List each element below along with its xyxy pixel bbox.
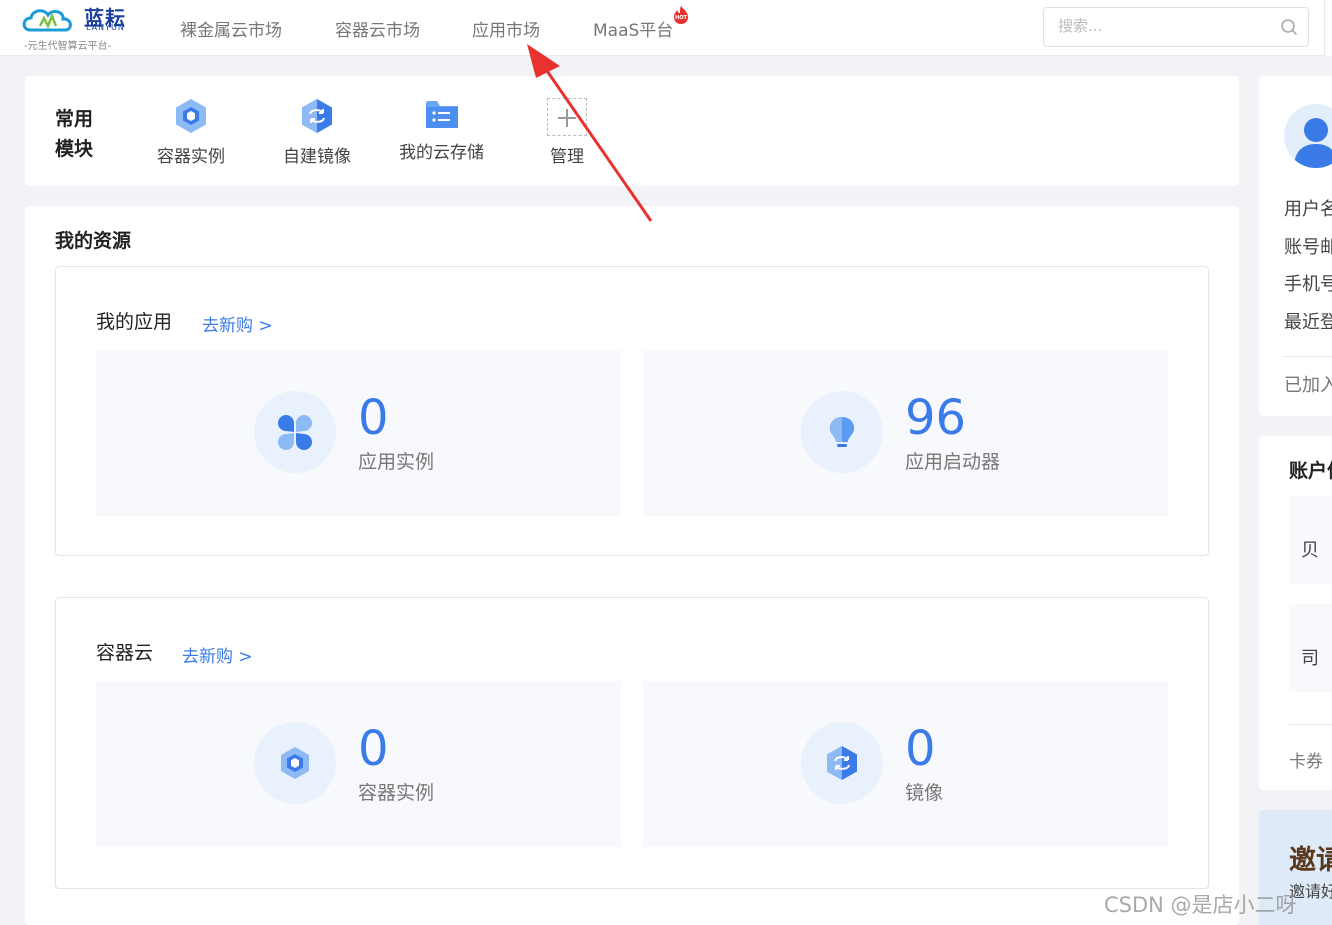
window-edge <box>1324 0 1332 56</box>
lightbulb-icon <box>829 417 855 447</box>
divider <box>1284 356 1332 357</box>
my-resources-card: 我的资源 我的应用 去新购 > 0 应用实例 96 应用启动器 容器云 去新购 … <box>25 206 1239 925</box>
cube-icon <box>176 99 206 133</box>
coupon-label: 卡券 <box>1289 752 1323 772</box>
user-info-card: 用户名 账号邮 手机号 最近登 已加入 <box>1259 76 1332 416</box>
hot-flame-icon: HOT <box>674 6 688 24</box>
search-icon[interactable] <box>1280 18 1298 36</box>
image-sync-icon <box>302 99 332 133</box>
account-box-text: 贝 <box>1301 540 1319 561</box>
search-input[interactable] <box>1058 17 1258 35</box>
my-apps-title: 我的应用 <box>96 311 173 333</box>
apps-buy-link[interactable]: 去新购 > <box>202 311 273 336</box>
nav-baremetal-market[interactable]: 裸金属云市场 <box>180 16 282 41</box>
user-last-login-label: 最近登 <box>1284 312 1332 333</box>
module-label: 自建镜像 <box>283 147 351 167</box>
account-title: 账户信 <box>1289 460 1332 482</box>
account-info-card: 账户信 贝 司 卡券 2 <box>1259 436 1332 790</box>
image-sync-icon <box>827 746 857 780</box>
nav-app-market[interactable]: 应用市场 <box>472 16 540 41</box>
my-resources-title: 我的资源 <box>55 230 132 252</box>
module-cloud-storage[interactable]: 我的云存储 <box>399 98 484 163</box>
stat-images[interactable]: 0 镜像 <box>643 681 1168 847</box>
cube-icon <box>281 747 309 779</box>
module-label: 我的云存储 <box>399 143 484 163</box>
stat-label: 应用启动器 <box>905 451 1001 473</box>
stat-value: 0 <box>905 721 936 777</box>
common-modules-title: 常用模块 <box>55 108 94 160</box>
user-phone-label: 手机号 <box>1284 274 1332 295</box>
container-cloud-title: 容器云 <box>96 642 154 664</box>
module-label: 容器实例 <box>157 147 225 167</box>
user-email-label: 账号邮 <box>1284 237 1332 258</box>
stat-label: 应用实例 <box>358 451 435 473</box>
stat-label: 容器实例 <box>358 782 435 804</box>
account-balance-box[interactable]: 贝 <box>1289 496 1332 584</box>
container-buy-link[interactable]: 去新购 > <box>182 642 253 667</box>
invite-title: 邀请 <box>1289 845 1332 876</box>
user-avatar-icon <box>1294 118 1332 168</box>
module-manage[interactable]: 管理 <box>547 98 587 167</box>
brand-slogan: -元生代智算云平台- <box>24 41 112 52</box>
stat-value: 0 <box>358 390 389 446</box>
search-box[interactable] <box>1043 7 1309 47</box>
stat-value: 96 <box>905 390 967 446</box>
module-label: 管理 <box>550 147 584 167</box>
stat-value: 0 <box>358 721 389 777</box>
account-box-text: 司 <box>1301 648 1319 669</box>
user-joined-label: 已加入 <box>1284 375 1332 396</box>
watermark: CSDN @是店小二呀 <box>1104 893 1297 917</box>
nav-maas-platform[interactable]: MaaS平台 <box>593 16 673 41</box>
avatar[interactable] <box>1284 104 1332 168</box>
stat-app-instances[interactable]: 0 应用实例 <box>96 350 621 516</box>
stat-container-instances[interactable]: 0 容器实例 <box>96 681 621 847</box>
module-custom-image[interactable]: 自建镜像 <box>283 98 351 167</box>
divider <box>1289 724 1332 725</box>
my-apps-section: 我的应用 去新购 > 0 应用实例 96 应用启动器 <box>55 266 1209 556</box>
plus-icon <box>558 109 576 127</box>
stat-icon-circle <box>254 391 336 473</box>
folder-icon <box>425 101 458 128</box>
hot-badge-text: HOT <box>675 15 687 21</box>
module-container-instance[interactable]: 容器实例 <box>157 98 225 167</box>
stat-icon-circle <box>801 391 883 473</box>
common-modules-card: 常用模块 容器实例 自建镜像 我的云存储 管理 <box>25 76 1239 186</box>
user-name-label: 用户名 <box>1284 199 1332 220</box>
nav-container-market[interactable]: 容器云市场 <box>335 16 420 41</box>
account-second-box[interactable]: 司 <box>1289 604 1332 692</box>
stat-icon-circle <box>254 722 336 804</box>
stat-label: 镜像 <box>905 782 944 804</box>
clover-icon <box>278 415 312 450</box>
top-header: 蓝耘 LANYUN -元生代智算云平台- 裸金属云市场 容器云市场 应用市场 M… <box>0 0 1332 56</box>
add-icon <box>547 98 587 136</box>
stat-icon-circle <box>801 722 883 804</box>
brand-name-en: LANYUN <box>86 23 125 32</box>
stat-app-launchers[interactable]: 96 应用启动器 <box>643 350 1168 516</box>
logo[interactable]: 蓝耘 LANYUN -元生代智算云平台- <box>22 2 132 52</box>
container-cloud-section: 容器云 去新购 > 0 容器实例 0 镜像 <box>55 597 1209 889</box>
cloud-logo-icon <box>22 9 72 32</box>
